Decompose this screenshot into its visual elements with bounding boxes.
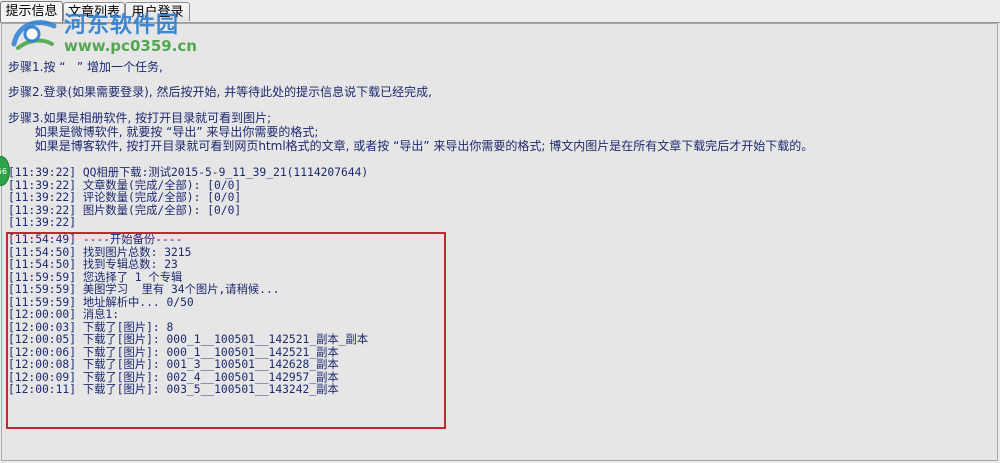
log-line: [11:39:22] 评论数量(完成/全部): [0/0] xyxy=(8,191,242,204)
instruction-step-3-weibo: 如果是微博软件, 就要按 “导出” 来导出你需要的格式; xyxy=(8,125,319,139)
instruction-step-3-blog: 如果是博客软件, 按打开目录就可看到网页html格式的文章, 或者按 “导出” … xyxy=(8,139,814,153)
watermark-title: 河东软件园 xyxy=(64,12,180,38)
instruction-step-2: 步骤2.登录(如果需要登录), 然后按开始, 并等待此处的提示信息说下载已经完成… xyxy=(8,85,432,99)
instruction-step-1: 步骤1.按 “ ” 增加一个任务, xyxy=(8,60,163,74)
instruction-step-3: 步骤3.如果是相册软件, 按打开目录就可看到图片; xyxy=(8,111,272,125)
log-line: [11:39:22] xyxy=(8,216,77,229)
log-line: [11:39:22] QQ相册下载:测试2015-5-9_11_39_21(11… xyxy=(8,166,369,179)
watermark-icon xyxy=(8,14,60,54)
highlight-annotation-box xyxy=(6,232,446,429)
watermark-url: www.pc0359.cn xyxy=(64,36,197,55)
watermark-logo: 河东软件园 www.pc0359.cn xyxy=(8,14,197,54)
info-text-area[interactable]: 步骤1.按 “ ” 增加一个任务, 步骤2.登录(如果需要登录), 然后按开始,… xyxy=(1,23,998,461)
